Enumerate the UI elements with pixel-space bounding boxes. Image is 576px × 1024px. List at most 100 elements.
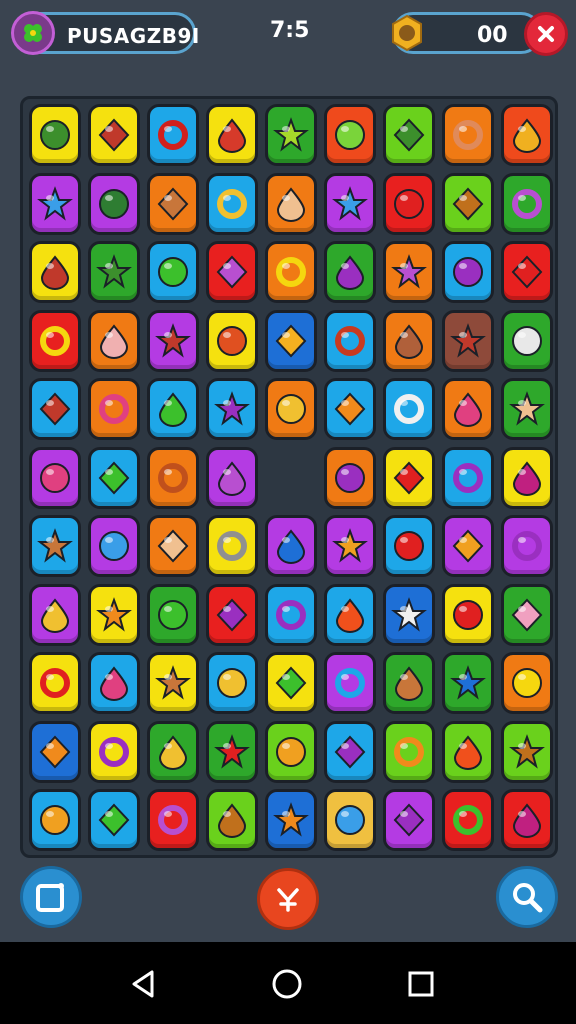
game-tile[interactable] xyxy=(501,172,553,235)
game-tile[interactable] xyxy=(265,172,317,235)
game-tile[interactable] xyxy=(88,515,140,577)
game-tile[interactable] xyxy=(383,378,435,440)
game-tile[interactable] xyxy=(206,104,258,166)
game-tile[interactable] xyxy=(206,309,258,372)
game-tile[interactable] xyxy=(147,720,199,783)
game-tile[interactable] xyxy=(265,104,317,166)
game-tile[interactable] xyxy=(501,378,553,440)
game-tile[interactable] xyxy=(88,241,140,303)
game-tile[interactable] xyxy=(383,583,435,646)
game-tile[interactable] xyxy=(501,446,553,509)
game-tile[interactable] xyxy=(29,104,81,166)
game-tile[interactable] xyxy=(147,652,199,714)
game-tile[interactable] xyxy=(206,720,258,783)
game-tile[interactable] xyxy=(206,241,258,303)
game-tile[interactable] xyxy=(206,446,258,509)
game-tile[interactable] xyxy=(265,515,317,577)
game-tile[interactable] xyxy=(88,309,140,372)
game-tile[interactable] xyxy=(147,172,199,235)
game-tile[interactable] xyxy=(29,789,81,851)
game-tile[interactable] xyxy=(88,583,140,646)
game-tile[interactable] xyxy=(442,652,494,714)
game-tile[interactable] xyxy=(265,652,317,714)
player-badge[interactable]: PUSAGZB9I xyxy=(11,11,199,55)
game-tile[interactable] xyxy=(29,241,81,303)
game-tile[interactable] xyxy=(147,104,199,166)
game-tile[interactable] xyxy=(383,446,435,509)
game-tile[interactable] xyxy=(442,104,494,166)
game-tile[interactable] xyxy=(383,104,435,166)
game-tile[interactable] xyxy=(265,241,317,303)
game-tile[interactable] xyxy=(383,789,435,851)
game-tile[interactable] xyxy=(324,583,376,646)
close-button[interactable] xyxy=(524,12,568,56)
game-tile[interactable] xyxy=(442,378,494,440)
game-tile[interactable] xyxy=(29,446,81,509)
game-tile[interactable] xyxy=(442,515,494,577)
game-tile[interactable] xyxy=(501,583,553,646)
game-tile[interactable] xyxy=(29,378,81,440)
game-tile[interactable] xyxy=(147,378,199,440)
game-tile[interactable] xyxy=(324,309,376,372)
game-tile[interactable] xyxy=(324,378,376,440)
game-tile[interactable] xyxy=(324,104,376,166)
game-tile[interactable] xyxy=(88,789,140,851)
coin-badge[interactable]: 00 xyxy=(392,12,542,54)
game-tile[interactable] xyxy=(206,652,258,714)
game-tile[interactable] xyxy=(501,515,553,577)
game-tile[interactable] xyxy=(324,241,376,303)
game-tile[interactable] xyxy=(265,378,317,440)
game-tile[interactable] xyxy=(442,309,494,372)
game-tile[interactable] xyxy=(29,309,81,372)
game-tile[interactable] xyxy=(383,172,435,235)
game-tile[interactable] xyxy=(147,789,199,851)
game-tile[interactable] xyxy=(324,446,376,509)
game-tile[interactable] xyxy=(29,720,81,783)
game-tile[interactable] xyxy=(383,720,435,783)
game-tile[interactable] xyxy=(501,309,553,372)
game-tile[interactable] xyxy=(206,515,258,577)
game-tile[interactable] xyxy=(383,652,435,714)
game-tile[interactable] xyxy=(147,446,199,509)
game-tile[interactable] xyxy=(29,583,81,646)
game-tile[interactable] xyxy=(29,172,81,235)
home-button[interactable] xyxy=(267,964,307,1004)
game-tile[interactable] xyxy=(88,446,140,509)
game-tile[interactable] xyxy=(88,104,140,166)
game-tile[interactable] xyxy=(88,378,140,440)
game-tile[interactable] xyxy=(206,378,258,440)
game-tile[interactable] xyxy=(324,789,376,851)
game-tile[interactable] xyxy=(206,172,258,235)
game-tile[interactable] xyxy=(265,789,317,851)
game-tile[interactable] xyxy=(442,583,494,646)
game-tile[interactable] xyxy=(442,720,494,783)
game-tile[interactable] xyxy=(501,652,553,714)
game-tile[interactable] xyxy=(442,446,494,509)
recents-button[interactable] xyxy=(401,964,441,1004)
game-tile[interactable] xyxy=(88,652,140,714)
game-tile[interactable] xyxy=(442,172,494,235)
game-tile[interactable] xyxy=(442,241,494,303)
game-tile[interactable] xyxy=(206,789,258,851)
game-tile[interactable] xyxy=(501,720,553,783)
game-tile[interactable] xyxy=(29,652,81,714)
game-tile[interactable] xyxy=(324,652,376,714)
game-tile[interactable] xyxy=(147,583,199,646)
game-tile[interactable] xyxy=(501,241,553,303)
game-tile[interactable] xyxy=(88,720,140,783)
game-tile[interactable] xyxy=(383,309,435,372)
frame-button[interactable] xyxy=(20,866,82,928)
game-tile[interactable] xyxy=(383,515,435,577)
game-tile[interactable] xyxy=(501,789,553,851)
game-tile[interactable] xyxy=(206,583,258,646)
game-tile[interactable] xyxy=(324,720,376,783)
game-tile[interactable] xyxy=(324,515,376,577)
game-tile[interactable] xyxy=(29,515,81,577)
game-tile[interactable] xyxy=(88,172,140,235)
game-tile[interactable] xyxy=(147,309,199,372)
game-tile[interactable] xyxy=(147,241,199,303)
search-button[interactable] xyxy=(496,866,558,928)
game-tile[interactable] xyxy=(265,309,317,372)
shuffle-button[interactable] xyxy=(257,868,319,930)
game-tile[interactable] xyxy=(324,172,376,235)
